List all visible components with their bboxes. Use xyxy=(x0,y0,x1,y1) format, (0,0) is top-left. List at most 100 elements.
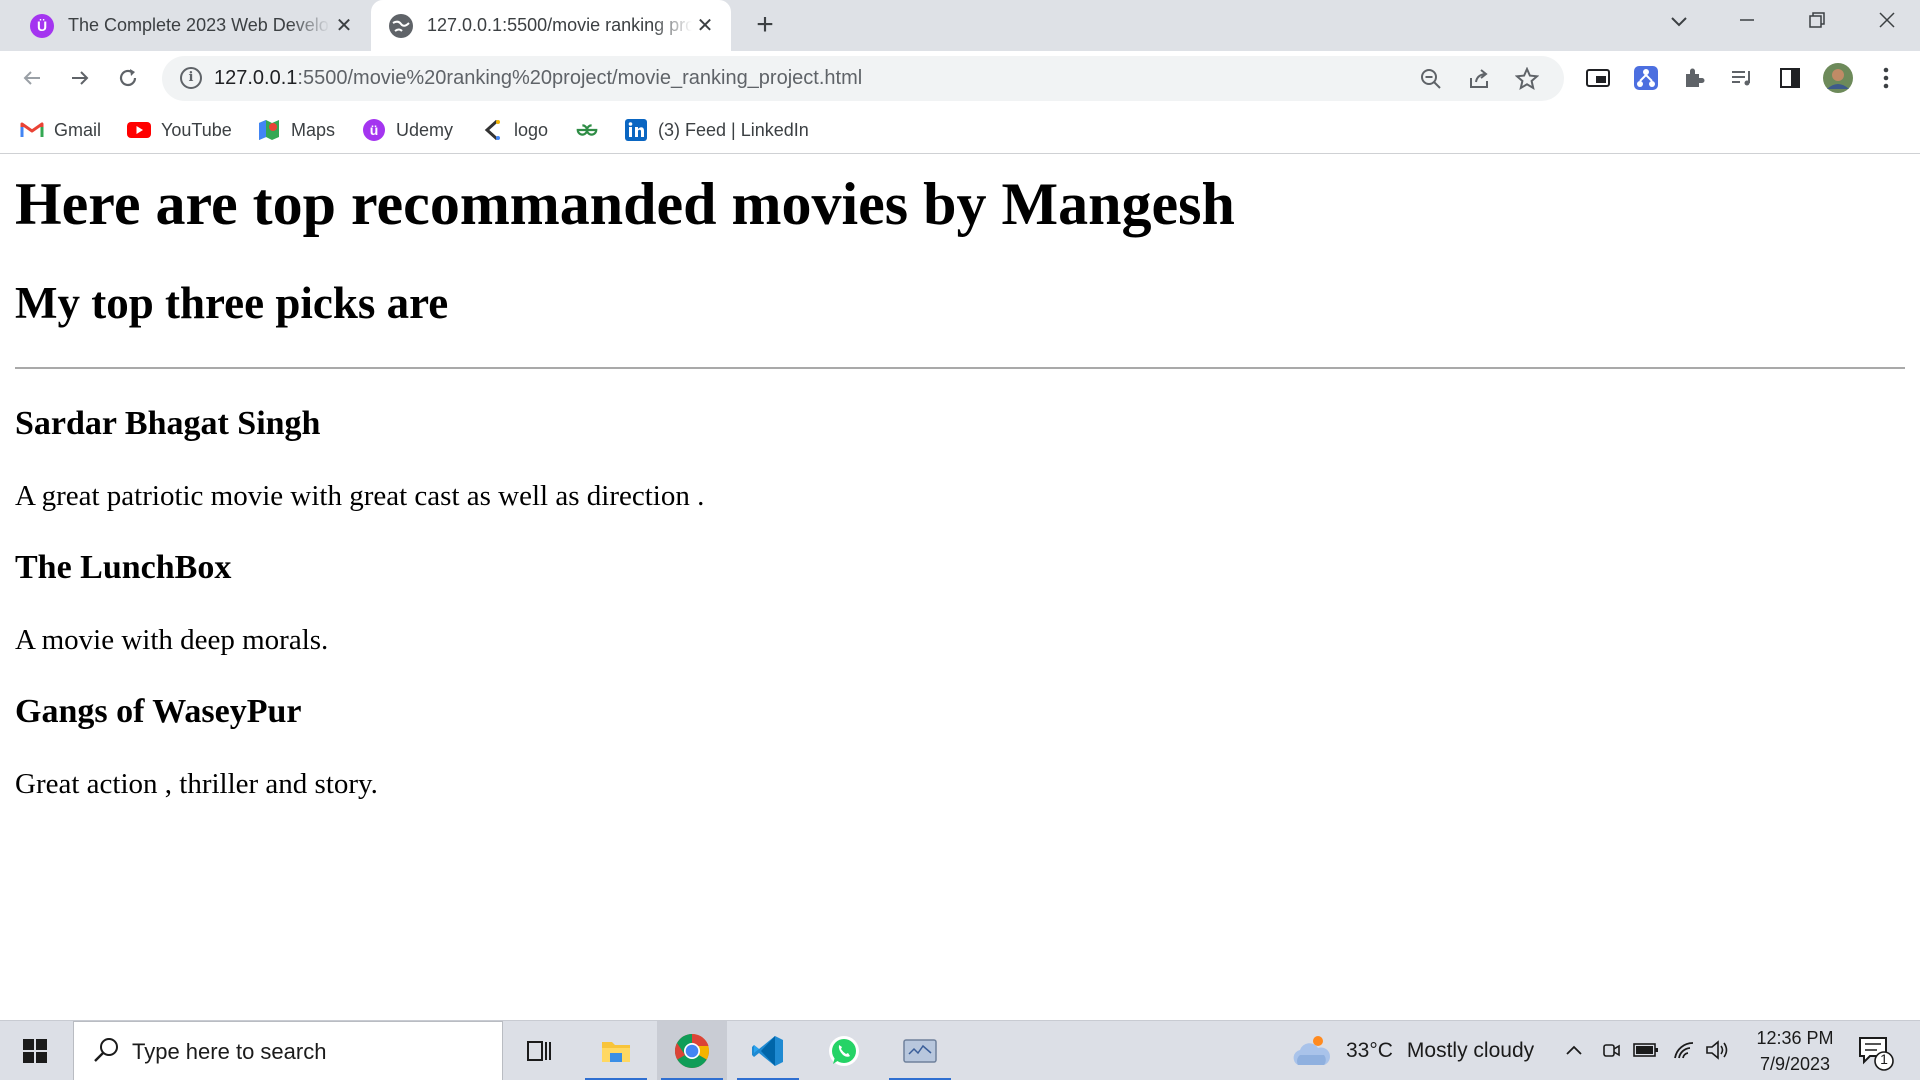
picture-in-picture-icon[interactable] xyxy=(1580,60,1616,96)
web-page-content: Here are top recommanded movies by Mange… xyxy=(0,155,1920,1020)
maps-icon xyxy=(257,119,281,141)
bookmarks-bar: Gmail YouTube Maps ü Udemy logo (3) Feed… xyxy=(0,106,1920,154)
geeksforgeeks-icon xyxy=(575,119,599,141)
minimize-button[interactable] xyxy=(1716,0,1778,44)
share-icon[interactable] xyxy=(1462,62,1496,96)
page-subheading: My top three picks are xyxy=(15,278,449,328)
bookmark-label: (3) Feed | LinkedIn xyxy=(658,119,809,140)
windows-logo-icon xyxy=(23,1039,34,1050)
weather-condition: Mostly cloudy xyxy=(1406,1039,1535,1062)
zoom-icon[interactable] xyxy=(1414,62,1448,96)
system-clock[interactable]: 12:36 PM 7/9/2023 xyxy=(1740,1025,1850,1077)
bookmark-label: Maps xyxy=(291,119,336,140)
close-icon[interactable]: ✕ xyxy=(693,13,717,38)
browser-toolbar: i 127.0.0.1:5500/movie%20ranking%20proje… xyxy=(0,51,1920,106)
task-view-button[interactable] xyxy=(505,1021,575,1080)
udemy-icon: ü xyxy=(362,119,386,141)
url-host: 127.0.0.1 xyxy=(214,67,298,89)
volume-icon[interactable] xyxy=(1704,1035,1732,1065)
tab-movie-ranking[interactable]: 127.0.0.1:5500/movie ranking project/mov… xyxy=(371,0,731,51)
notification-count: 1 xyxy=(1880,1051,1888,1067)
side-panel-icon[interactable] xyxy=(1772,60,1808,96)
taskbar-search-box[interactable]: Type here to search xyxy=(73,1021,503,1080)
windows-logo-icon xyxy=(36,1052,47,1063)
new-tab-button[interactable]: + xyxy=(748,8,782,42)
svg-text:ü: ü xyxy=(370,122,379,138)
url-text[interactable]: 127.0.0.1:5500/movie%20ranking%20project… xyxy=(214,67,862,90)
screenshot-tool-icon xyxy=(903,1039,937,1063)
reload-button[interactable] xyxy=(110,60,146,96)
windows-logo-icon xyxy=(23,1052,34,1063)
reload-icon xyxy=(119,69,137,87)
bookmark-label: YouTube xyxy=(161,119,232,140)
windows-start-button[interactable] xyxy=(10,1031,60,1071)
screenshot-tool-button[interactable] xyxy=(885,1021,955,1080)
divider xyxy=(15,367,1905,369)
profile-avatar[interactable] xyxy=(1820,60,1856,96)
windows-logo-icon xyxy=(36,1039,47,1050)
bookmark-label: Udemy xyxy=(396,119,454,140)
gmail-icon xyxy=(20,119,44,141)
tab-udemy-course[interactable]: Ü The Complete 2023 Web Development Boot… xyxy=(18,0,370,51)
logo-icon xyxy=(480,119,504,141)
info-icon[interactable]: i xyxy=(180,67,202,89)
bookmark-youtube[interactable]: YouTube xyxy=(127,116,232,144)
battery-icon[interactable] xyxy=(1632,1035,1660,1065)
restore-button[interactable] xyxy=(1786,0,1848,44)
folder-icon xyxy=(602,1042,630,1062)
puzzle-icon[interactable] xyxy=(1676,60,1712,96)
linkedin-icon xyxy=(624,119,648,141)
url-path: :5500/movie%20ranking%20project/movie_ra… xyxy=(297,67,863,89)
chrome-icon xyxy=(675,1033,709,1068)
movie-title: Gangs of WaseyPur xyxy=(15,693,302,730)
bookmark-logo[interactable]: logo xyxy=(480,116,548,144)
task-view-icon xyxy=(527,1041,551,1061)
movie-description: A movie with deep morals. xyxy=(15,624,329,656)
address-bar[interactable]: i 127.0.0.1:5500/movie%20ranking%20proje… xyxy=(162,56,1564,101)
udemy-icon: Ü xyxy=(30,13,54,38)
whatsapp-icon xyxy=(829,1036,859,1066)
vscode-button[interactable] xyxy=(733,1021,803,1080)
forward-button[interactable] xyxy=(62,60,98,96)
bookmark-gmail[interactable]: Gmail xyxy=(20,116,101,144)
bookmark-linkedin[interactable]: (3) Feed | LinkedIn xyxy=(624,116,809,144)
partly-cloudy-icon xyxy=(1293,1036,1331,1065)
wifi-icon[interactable] xyxy=(1670,1035,1698,1065)
globe-icon xyxy=(389,13,413,38)
chevron-up-icon[interactable] xyxy=(1560,1035,1588,1065)
movie-description: Great action , thriller and story. xyxy=(15,768,378,800)
bookmark-udemy[interactable]: ü Udemy xyxy=(362,116,453,144)
bookmark-geeksforgeeks[interactable] xyxy=(575,116,609,144)
search-placeholder: Type here to search xyxy=(132,1039,327,1064)
clock-time: 12:36 PM xyxy=(1756,1028,1834,1048)
arrow-left-icon xyxy=(23,71,40,85)
bookmark-star-icon[interactable] xyxy=(1510,62,1544,96)
search-icon xyxy=(94,1038,118,1062)
bookmark-maps[interactable]: Maps xyxy=(257,116,335,144)
reading-list-icon[interactable] xyxy=(1724,60,1760,96)
tab-search-icon[interactable] xyxy=(1648,0,1710,44)
extension-icon[interactable] xyxy=(1628,60,1664,96)
bookmark-label: Gmail xyxy=(54,119,102,140)
windows-taskbar: Type here to search 33°C Mostly cloudy 1… xyxy=(0,1020,1920,1080)
close-icon[interactable]: ✕ xyxy=(332,13,356,38)
tab-title: 127.0.0.1:5500/movie ranking project/mov… xyxy=(427,15,692,35)
close-window-button[interactable] xyxy=(1856,0,1918,44)
browser-tab-strip: Ü The Complete 2023 Web Development Boot… xyxy=(0,0,1920,51)
meet-now-icon[interactable] xyxy=(1597,1035,1625,1065)
tab-title: The Complete 2023 Web Development Bootca… xyxy=(68,15,330,35)
chrome-button[interactable] xyxy=(657,1021,727,1080)
notification-center-button[interactable]: 1 xyxy=(1855,1033,1895,1071)
weather-temperature: 33°C xyxy=(1346,1039,1393,1062)
back-button[interactable] xyxy=(14,60,50,96)
page-heading: Here are top recommanded movies by Mange… xyxy=(15,171,1235,237)
movie-title: The LunchBox xyxy=(15,549,232,586)
bookmark-label: logo xyxy=(514,119,549,140)
youtube-icon xyxy=(127,119,151,141)
movie-description: A great patriotic movie with great cast … xyxy=(15,480,705,512)
whatsapp-button[interactable] xyxy=(809,1021,879,1080)
file-explorer-button[interactable] xyxy=(581,1021,651,1080)
menu-icon[interactable] xyxy=(1868,60,1904,96)
vscode-icon xyxy=(752,1036,783,1066)
weather-widget[interactable]: 33°C Mostly cloudy xyxy=(1290,1021,1534,1080)
